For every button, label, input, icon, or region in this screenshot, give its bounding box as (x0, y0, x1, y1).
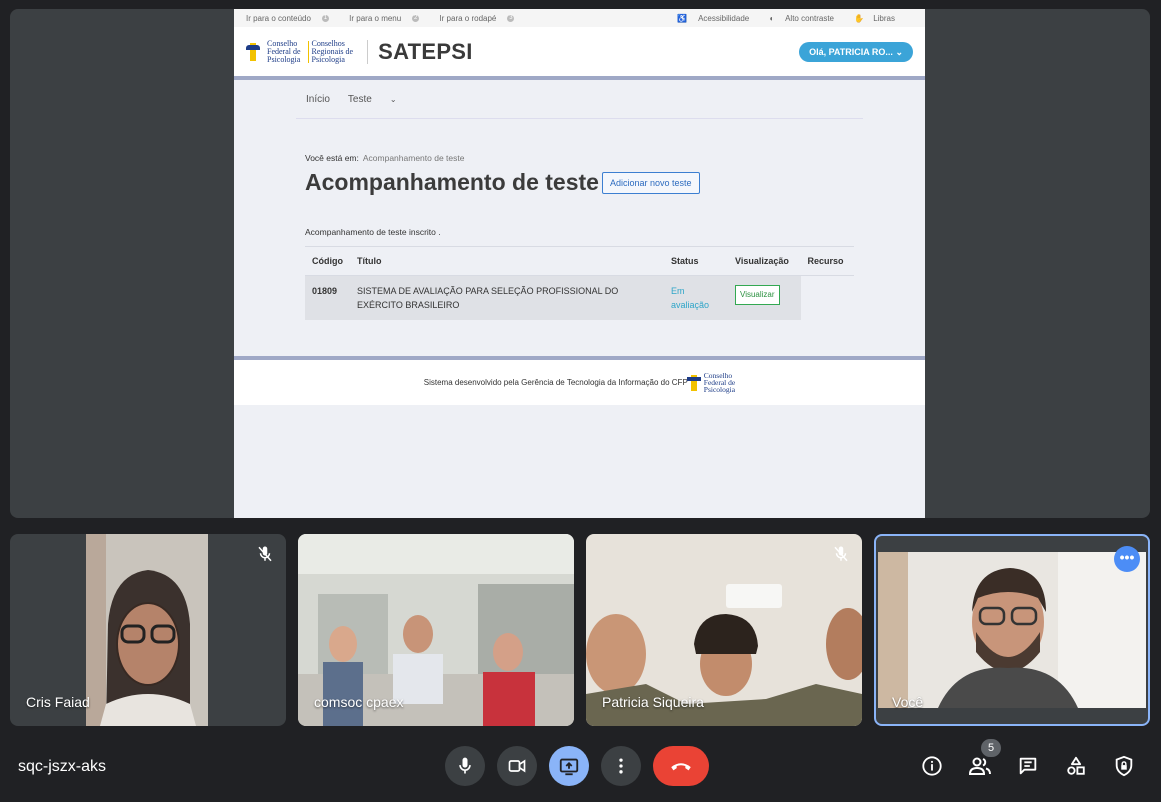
skip-to-content-link[interactable]: Ir para o conteúdo 1 (246, 14, 338, 23)
hand-icon: ✋ (854, 13, 865, 23)
col-recurso: Recurso (800, 246, 854, 276)
info-icon (922, 756, 942, 776)
shared-screen: Ir para o conteúdo 1 Ir para o menu 2 Ir p… (234, 9, 925, 518)
table-header-row: Código Título Status Visualização Recurs… (305, 246, 854, 276)
accessibility-link[interactable]: ♿ Acessibilidade (677, 14, 758, 23)
people-button[interactable] (968, 754, 992, 778)
cfp-logo[interactable]: Conselho Federal de Psicologia Conselhos Re… (246, 39, 357, 64)
participant-tile[interactable]: comsoc cpaex (298, 534, 574, 726)
page-title: Acompanhamento de teste (305, 169, 599, 195)
site-nav: Início Teste ⌄ (296, 80, 863, 119)
participant-video (878, 552, 1146, 708)
host-controls-button[interactable] (1112, 754, 1136, 778)
col-codigo: Código (305, 246, 350, 276)
participant-name: Cris Faiad (26, 694, 90, 710)
cell-visualizacao: Visualizar (728, 275, 801, 320)
site-footer: Sistema desenvolvido pela Gerência de Te… (234, 356, 925, 405)
activities-button[interactable] (1064, 754, 1088, 778)
skip-to-footer-link[interactable]: Ir para o rodapé 3 (439, 14, 523, 23)
col-titulo: Título (350, 246, 664, 276)
col-status: Status (664, 246, 728, 276)
col-visualizacao: Visualização (728, 246, 801, 276)
meeting-details-button[interactable] (920, 754, 944, 778)
present-screen-icon (559, 758, 579, 776)
tests-table: Código Título Status Visualização Recurs… (305, 246, 854, 320)
chevron-down-icon: ⌄ (895, 46, 903, 57)
breadcrumb-current[interactable]: Acompanhamento de teste (363, 153, 465, 163)
participant-video (86, 534, 208, 726)
table-caption: Acompanhamento de teste inscrito . (305, 227, 441, 237)
chat-icon (1019, 757, 1037, 775)
participant-tile[interactable]: Patricia Siqueira (586, 534, 862, 726)
contrast-icon: ◐ (769, 13, 775, 23)
page-content: Início Teste ⌄ Você está em: Acompanhament… (296, 80, 863, 320)
video-camera-icon (508, 759, 526, 773)
more-vert-icon (619, 758, 623, 774)
mic-off-icon (258, 546, 272, 562)
hang-up-icon (671, 763, 691, 771)
mic-icon (459, 757, 471, 774)
cell-codigo: 01809 (305, 275, 350, 320)
participant-name: Patricia Siqueira (602, 694, 704, 710)
cell-status: Em avaliação (664, 275, 728, 320)
chevron-down-icon: ⌄ (389, 94, 397, 104)
user-menu-button[interactable]: Olá, PATRICIA RO... ⌄ (799, 41, 913, 62)
camera-button[interactable] (497, 746, 537, 786)
high-contrast-link[interactable]: ◐ Alto contraste (769, 14, 843, 23)
nav-inicio[interactable]: Início (306, 94, 330, 105)
presentation-stage: Ir para o conteúdo 1 Ir para o menu 2 Ir p… (10, 9, 1150, 518)
self-tile[interactable]: ••• Você (874, 534, 1150, 726)
chat-button[interactable] (1016, 754, 1040, 778)
meeting-code: sqc-jszx-aks (18, 758, 107, 775)
shield-lock-icon (1115, 755, 1133, 777)
microphone-button[interactable] (445, 746, 485, 786)
participant-name: Você (892, 694, 924, 710)
psi-logo-icon (246, 42, 264, 62)
more-options-button[interactable] (601, 746, 641, 786)
add-test-button[interactable]: Adicionar novo teste (601, 171, 700, 194)
participant-name: comsoc cpaex (314, 694, 404, 710)
participant-tile[interactable]: Cris Faiad (10, 534, 286, 726)
end-call-button[interactable] (653, 746, 709, 786)
psi-logo-icon (686, 374, 701, 391)
footer-logo: Conselho Federal de Psicologia (686, 372, 735, 393)
accessibility-icon: ♿ (677, 13, 688, 23)
present-screen-button[interactable] (549, 746, 589, 786)
table-row: 01809 SISTEMA DE AVALIAÇÃO PARA SELEÇÃO … (305, 275, 854, 320)
cell-recurso (800, 275, 854, 320)
accessibility-bar: Ir para o conteúdo 1 Ir para o menu 2 Ir p… (234, 9, 925, 27)
footer-text: Sistema desenvolvido pela Gerência de Te… (423, 378, 688, 387)
skip-to-menu-link[interactable]: Ir para o menu 2 (349, 14, 428, 23)
more-options-icon[interactable]: ••• (1114, 546, 1140, 572)
site-header: Conselho Federal de Psicologia Conselhos Re… (234, 27, 925, 80)
shapes-icon (1067, 756, 1085, 775)
libras-link[interactable]: ✋ Libras (854, 14, 904, 23)
site-brand: SATEPSI (378, 38, 473, 64)
nav-teste[interactable]: Teste ⌄ (348, 94, 415, 105)
breadcrumb: Você está em: Acompanhamento de teste (305, 153, 465, 163)
cell-titulo: SISTEMA DE AVALIAÇÃO PARA SELEÇÃO PROFIS… (350, 275, 664, 320)
visualizar-button[interactable]: Visualizar (735, 285, 780, 305)
mic-off-icon (834, 546, 848, 562)
people-icon (968, 757, 991, 775)
people-count-badge: 5 (981, 739, 1001, 757)
